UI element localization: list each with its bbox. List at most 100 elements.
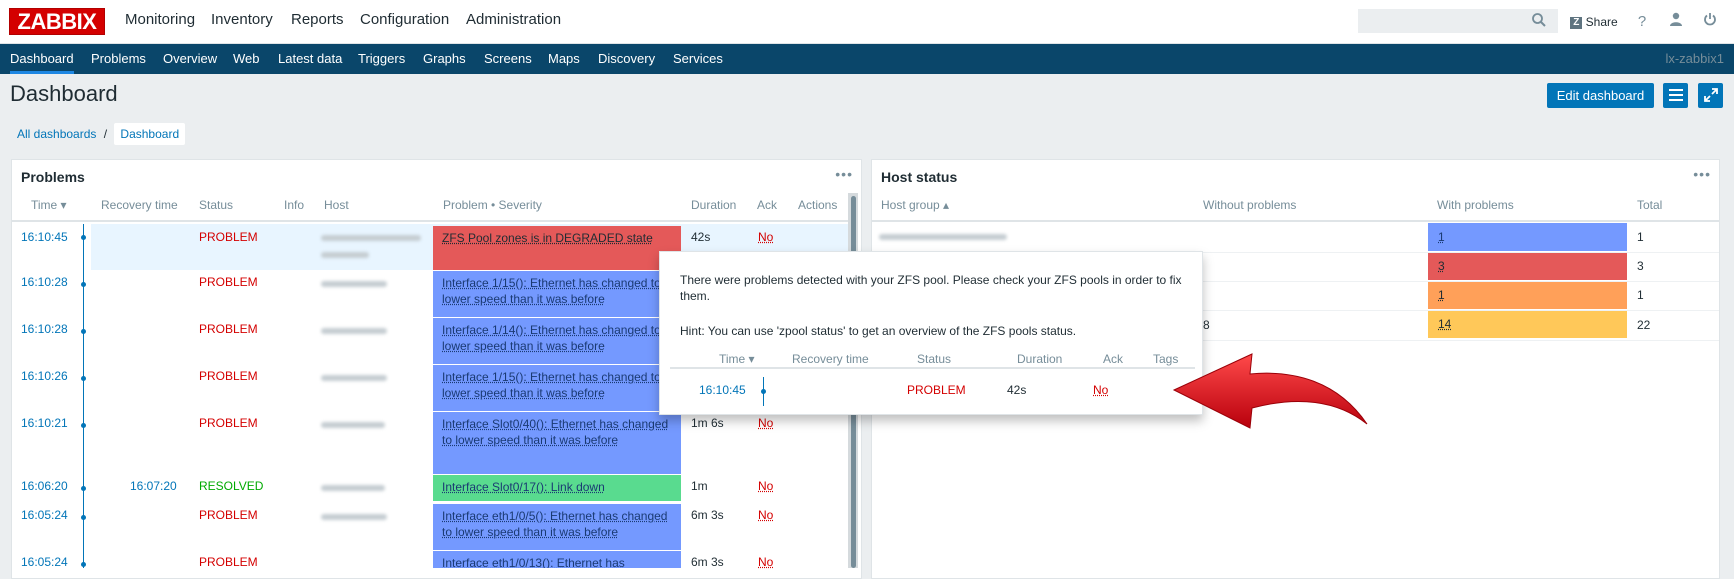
problem-time[interactable]: 16:10:28 <box>21 275 68 289</box>
popup-row-time[interactable]: 16:10:45 <box>699 383 746 397</box>
with-problems-count[interactable]: 14 <box>1438 317 1451 331</box>
subnav-latest-data[interactable]: Latest data <box>278 44 342 74</box>
problem-ack[interactable]: No <box>758 479 773 493</box>
problem-name[interactable]: Interface 1/15(): Ethernet has changed t… <box>442 370 661 400</box>
popup-timeline-dot <box>761 389 766 394</box>
problem-ack[interactable]: No <box>758 230 773 244</box>
subnav-graphs[interactable]: Graphs <box>423 44 466 74</box>
menu-administration[interactable]: Administration <box>466 0 561 44</box>
host-name-redacted[interactable] <box>321 235 421 241</box>
problem-severity-cell[interactable]: Interface 1/15(): Ethernet has changed t… <box>433 365 681 411</box>
problem-name[interactable]: Interface eth1/0/5(): Ethernet has chang… <box>442 509 667 539</box>
problem-name[interactable]: Interface Slot0/40(): Ethernet has chang… <box>442 417 668 447</box>
popup-row-ack[interactable]: No <box>1093 383 1108 397</box>
host-name-redacted[interactable] <box>321 485 385 491</box>
problem-severity-cell[interactable]: Interface 1/14(): Ethernet has changed t… <box>433 318 681 364</box>
col-host[interactable]: Host <box>324 198 349 212</box>
host-name-redacted[interactable] <box>321 514 387 520</box>
breadcrumb-all-dashboards[interactable]: All dashboards <box>10 127 96 141</box>
search-icon[interactable] <box>1531 12 1553 32</box>
col-status[interactable]: Status <box>199 198 233 212</box>
menu-reports[interactable]: Reports <box>291 0 344 44</box>
host-name-redacted[interactable] <box>321 328 387 334</box>
problem-duration: 6m 3s <box>691 508 724 522</box>
host-name-redacted[interactable] <box>321 375 387 381</box>
problem-status: PROBLEM <box>199 230 258 244</box>
col-duration: Duration <box>691 198 737 212</box>
sub-navigation: Dashboard Problems Overview Web Latest d… <box>0 44 1734 74</box>
with-problems-count[interactable]: 1 <box>1438 288 1445 302</box>
host-total: 1 <box>1637 230 1644 244</box>
share-icon: Z <box>1570 16 1583 29</box>
host-with-problems[interactable]: 3 <box>1428 252 1627 280</box>
col-time[interactable]: Time ▾ <box>31 198 67 212</box>
host-with-problems[interactable]: 14 <box>1428 310 1627 338</box>
with-problems-count[interactable]: 3 <box>1438 259 1445 273</box>
host-with-problems[interactable]: 1 <box>1428 223 1627 251</box>
share-button[interactable]: Z Share <box>1570 10 1618 34</box>
help-button[interactable]: ? <box>1631 10 1653 34</box>
subnav-web[interactable]: Web <box>233 44 260 74</box>
problem-time[interactable]: 16:10:28 <box>21 322 68 336</box>
problem-time[interactable]: 16:10:45 <box>21 230 68 244</box>
fullscreen-icon[interactable] <box>1698 83 1723 108</box>
host-with-problems[interactable]: 1 <box>1428 281 1627 309</box>
widget-menu-icon[interactable]: ••• <box>1693 166 1711 182</box>
user-profile-icon[interactable] <box>1665 10 1687 34</box>
sign-out-icon[interactable] <box>1699 10 1721 34</box>
problem-time[interactable]: 16:06:20 <box>21 479 68 493</box>
col-total: Total <box>1637 198 1663 212</box>
problem-hint-popup: There were problems detected with your Z… <box>659 251 1203 415</box>
with-problems-count[interactable]: 1 <box>1438 230 1445 244</box>
problem-ack[interactable]: No <box>758 508 773 522</box>
host-total: 3 <box>1637 259 1644 273</box>
subnav-maps[interactable]: Maps <box>548 44 580 74</box>
problem-name[interactable]: Interface Slot0/17(): Link down <box>442 480 605 494</box>
menu-inventory[interactable]: Inventory <box>211 0 273 44</box>
problem-severity-cell[interactable]: Interface Slot0/17(): Link down <box>433 475 681 501</box>
problem-name[interactable]: Interface 1/14(): Ethernet has changed t… <box>442 323 661 353</box>
problem-recovery-time[interactable]: 16:07:20 <box>130 479 177 493</box>
subnav-overview[interactable]: Overview <box>163 44 217 74</box>
problem-severity-cell[interactable]: Interface Slot0/40(): Ethernet has chang… <box>433 412 681 474</box>
problem-severity-cell[interactable]: ZFS Pool zones is in DEGRADED state <box>433 226 681 270</box>
problem-name[interactable]: Interface eth1/0/13(): Ethernet has <box>442 556 625 568</box>
menu-configuration[interactable]: Configuration <box>360 0 449 44</box>
problem-status: PROBLEM <box>199 555 258 569</box>
timeline-dot <box>81 562 86 567</box>
col-problem-severity[interactable]: Problem • Severity <box>443 198 542 212</box>
subnav-problems[interactable]: Problems <box>91 44 146 74</box>
problem-ack[interactable]: No <box>758 416 773 430</box>
widget-menu-icon[interactable]: ••• <box>835 166 853 182</box>
search-input[interactable] <box>1358 9 1558 33</box>
problem-ack[interactable]: No <box>758 555 773 569</box>
problem-time[interactable]: 16:05:24 <box>21 508 68 522</box>
host-group-name-redacted[interactable] <box>879 234 1007 240</box>
breadcrumb-current[interactable]: Dashboard <box>114 123 186 145</box>
zabbix-logo[interactable]: ZABBIX <box>9 8 105 35</box>
col-recovery-time[interactable]: Recovery time <box>101 198 178 212</box>
problem-name[interactable]: Interface 1/15(): Ethernet has changed t… <box>442 276 661 306</box>
subnav-discovery[interactable]: Discovery <box>598 44 655 74</box>
problem-time[interactable]: 16:10:26 <box>21 369 68 383</box>
subnav-dashboard[interactable]: Dashboard <box>10 44 74 74</box>
subnav-services[interactable]: Services <box>673 44 723 74</box>
col-actions: Actions <box>798 198 838 212</box>
problem-severity-cell[interactable]: Interface eth1/0/13(): Ethernet has <box>433 551 681 568</box>
subnav-screens[interactable]: Screens <box>484 44 532 74</box>
host-name-redacted[interactable] <box>321 281 387 287</box>
popup-col-duration: Duration <box>1017 352 1063 366</box>
subnav-triggers[interactable]: Triggers <box>358 44 405 74</box>
problem-severity-cell[interactable]: Interface 1/15(): Ethernet has changed t… <box>433 271 681 317</box>
problem-severity-cell[interactable]: Interface eth1/0/5(): Ethernet has chang… <box>433 504 681 550</box>
popup-col-status: Status <box>917 352 952 366</box>
problem-name[interactable]: ZFS Pool zones is in DEGRADED state <box>442 231 653 245</box>
col-host-group[interactable]: Host group ▴ <box>881 198 949 212</box>
host-name-redacted[interactable] <box>321 422 385 428</box>
menu-list-icon[interactable] <box>1663 83 1688 108</box>
edit-dashboard-button[interactable]: Edit dashboard <box>1547 83 1654 108</box>
menu-monitoring[interactable]: Monitoring <box>125 0 195 44</box>
problem-time[interactable]: 16:05:24 <box>21 555 68 569</box>
host-total: 22 <box>1637 318 1651 332</box>
problem-time[interactable]: 16:10:21 <box>21 416 68 430</box>
